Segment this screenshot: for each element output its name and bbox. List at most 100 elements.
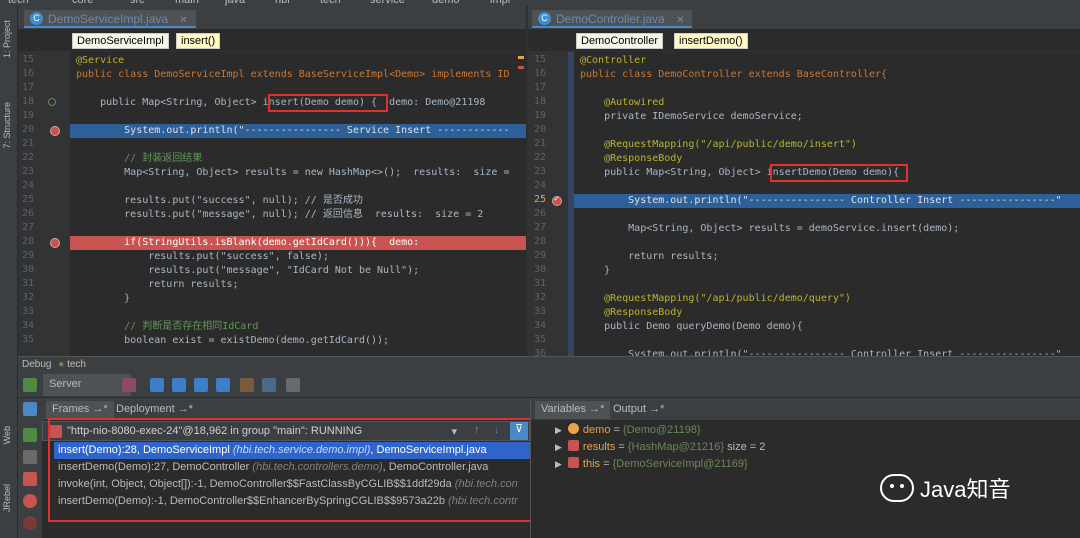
watermark-text: Java知音 (920, 477, 1011, 502)
line-number: 35 (21, 334, 34, 345)
breakpoint-icon[interactable] (552, 194, 562, 206)
code-editor-controller[interactable]: @Controller public class DemoController … (574, 52, 1080, 356)
force-step-into-icon[interactable] (194, 378, 208, 392)
code-breadcrumb: DemoServiceImpl insert() (18, 30, 526, 52)
line-number: 22 (533, 152, 546, 163)
code-breadcrumb: DemoController insertDemo() (528, 30, 1080, 52)
highlight-box-frames (48, 418, 542, 522)
run-to-cursor-icon[interactable] (262, 378, 276, 392)
stop-icon[interactable] (23, 472, 37, 486)
tab-demoserviceimpl[interactable]: C DemoServiceImpl.java ✕ (24, 10, 196, 28)
view-breakpoints-icon[interactable] (23, 494, 37, 508)
show-execution-point-icon[interactable] (122, 378, 136, 392)
crumb-class[interactable]: DemoController (576, 33, 664, 49)
override-marker-icon[interactable] (48, 98, 56, 106)
line-number: 25 (21, 194, 34, 205)
line-number: 17 (21, 82, 34, 93)
error-marker[interactable] (518, 66, 524, 69)
code-line: @Controller (580, 55, 647, 66)
expand-arrow-icon[interactable]: ▶ (555, 459, 562, 469)
project-tool-button[interactable]: 1: Project (2, 20, 12, 58)
debug-config-name[interactable]: tech (67, 359, 86, 370)
variable-size: size = 2 (724, 441, 766, 453)
refresh-icon[interactable] (23, 402, 37, 416)
drop-frame-icon[interactable] (240, 378, 254, 392)
structure-tool-button[interactable]: 7: Structure (2, 102, 12, 149)
close-icon[interactable]: ✕ (676, 15, 684, 26)
breakpoint-icon[interactable] (50, 126, 60, 136)
line-number: 16 (21, 68, 34, 79)
evaluate-expression-icon[interactable] (286, 378, 300, 392)
step-out-icon[interactable] (216, 378, 230, 392)
code-line: Map<String, Object> results = demoServic… (580, 223, 960, 234)
line-number: 19 (533, 110, 546, 121)
warning-marker[interactable] (518, 56, 524, 59)
line-number: 23 (21, 166, 34, 177)
line-number: 27 (21, 222, 34, 233)
code-editor-service[interactable]: @Service public class DemoServiceImpl ex… (70, 52, 526, 356)
line-number: 24 (533, 180, 546, 191)
code-line: boolean exist = existDemo(demo.getIdCard… (76, 335, 390, 346)
line-number: 28 (21, 236, 34, 247)
jrebel-tool-button[interactable]: JRebel (2, 484, 12, 512)
tab-frames[interactable]: Frames →* (46, 401, 114, 419)
editor-tabbar: C DemoController.java ✕ (528, 6, 1080, 30)
variable-row[interactable]: ▶ this = {DemoServiceImpl@21169} (555, 457, 748, 473)
line-number: 22 (21, 152, 34, 163)
line-number: 34 (21, 320, 34, 331)
crumb-method[interactable]: insertDemo() (674, 33, 748, 49)
wechat-icon (880, 474, 914, 502)
variable-row[interactable]: ▶ results = {HashMap@21216} size = 2 (555, 440, 765, 456)
variable-value: {DemoServiceImpl@21169} (612, 458, 748, 470)
code-line: results.put("success", null); // 是否成功 (76, 195, 363, 206)
debug-title: Debug (22, 359, 52, 370)
close-icon[interactable]: ✕ (179, 15, 187, 26)
pause-icon[interactable] (23, 450, 37, 464)
line-gutter[interactable]: 15 16 17 18 19 20 21 22 23 24 25 26 27 2… (528, 52, 574, 356)
variable-row[interactable]: ▶ demo = {Demo@21198} (555, 423, 701, 439)
crumb-method[interactable]: insert() (176, 33, 221, 49)
expand-arrow-icon[interactable]: ▶ (555, 425, 562, 435)
breakpoint-icon[interactable] (50, 238, 60, 248)
tab-label: DemoController.java (556, 12, 665, 26)
line-number: 15 (21, 54, 34, 65)
java-class-icon: C (30, 12, 43, 25)
tab-democontroller[interactable]: C DemoController.java ✕ (532, 10, 693, 28)
editor-pane-controller: C DemoController.java ✕ DemoController i… (527, 6, 1080, 356)
line-number: 36 (533, 348, 546, 356)
local-variable-icon (567, 440, 579, 451)
web-tool-button[interactable]: Web (2, 426, 12, 444)
line-number: 35 (533, 334, 546, 345)
step-into-icon[interactable] (172, 378, 186, 392)
line-gutter[interactable]: 15 16 17 18 19 20 21 22 23 24 25 26 27 2… (18, 52, 70, 356)
tab-variables[interactable]: Variables →* (535, 401, 611, 419)
rerun-icon[interactable] (23, 378, 37, 392)
code-line: Map<String, Object> results = new HashMa… (76, 167, 510, 178)
tab-deployment[interactable]: Deployment →* (110, 401, 199, 419)
tab-server[interactable]: Server (43, 374, 131, 396)
line-number: 29 (533, 250, 546, 261)
line-number: 21 (533, 138, 546, 149)
highlight-box-insertdemo (770, 164, 908, 182)
frames-tabbar: Frames →* Deployment →* (42, 398, 530, 420)
tab-output[interactable]: Output →* (607, 401, 670, 419)
expand-arrow-icon[interactable]: ▶ (555, 442, 562, 452)
line-number: 32 (21, 292, 34, 303)
crumb-class[interactable]: DemoServiceImpl (72, 33, 169, 49)
code-line: results.put("success", false); (76, 251, 329, 262)
line-number: 30 (533, 264, 546, 275)
resume-icon[interactable] (23, 428, 37, 442)
line-number: 34 (533, 320, 546, 331)
variable-name: results (582, 441, 616, 453)
variable-value: {HashMap@21216} (627, 441, 725, 453)
mute-breakpoints-icon[interactable] (23, 516, 37, 530)
step-over-icon[interactable] (150, 378, 164, 392)
variable-name: demo (582, 424, 611, 436)
